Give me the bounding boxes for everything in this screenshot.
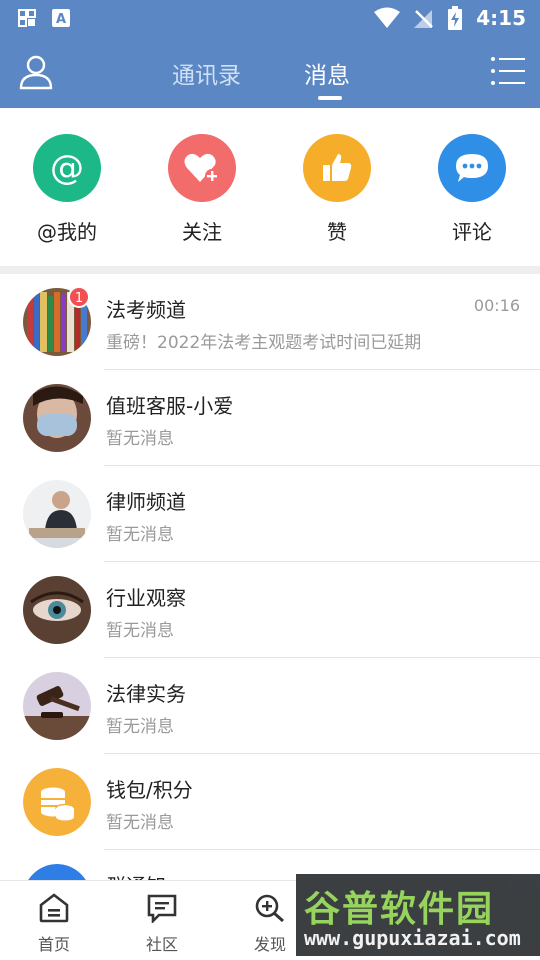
status-bar: A 4:15 bbox=[0, 0, 540, 36]
nav-home[interactable]: 首页 bbox=[14, 893, 94, 955]
coins-icon bbox=[23, 768, 91, 836]
quick-action-comments[interactable]: 评论 bbox=[417, 134, 527, 245]
quick-action-mentions[interactable]: @ @我的 bbox=[12, 134, 122, 245]
conversation-list: 1 法考频道 重磅！2022年法考主观题考试时间已延期 00:16 值班客服-小… bbox=[0, 274, 540, 880]
quick-action-label: @我的 bbox=[37, 220, 97, 244]
conversation-title: 群通知 bbox=[106, 870, 166, 880]
conversation-title: 法律实务 bbox=[106, 682, 186, 706]
no-signal-icon bbox=[414, 10, 434, 28]
battery-charging-icon bbox=[448, 6, 463, 30]
watermark: 谷普软件园 www.gupuxiazai.com bbox=[296, 874, 540, 956]
avatar-gavel bbox=[23, 672, 91, 740]
conversation-title: 值班客服-小爱 bbox=[106, 394, 234, 418]
conversation-time: 00:16 bbox=[473, 296, 520, 315]
tab-contacts[interactable]: 通讯录 bbox=[172, 56, 241, 90]
watermark-title: 谷普软件园 bbox=[304, 889, 495, 930]
watermark-url: www.gupuxiazai.com bbox=[304, 926, 521, 950]
conversation-preview: 暂无消息 bbox=[106, 525, 174, 545]
discover-icon bbox=[255, 894, 284, 923]
quick-action-follow[interactable]: 关注 bbox=[147, 134, 257, 245]
quick-action-label: 关注 bbox=[182, 220, 222, 244]
apps-notification-icon bbox=[18, 9, 36, 27]
quick-action-label: 赞 bbox=[327, 220, 347, 244]
svg-text:@: @ bbox=[50, 148, 84, 188]
user-icon bbox=[19, 55, 53, 90]
conversation-row[interactable]: 值班客服-小爱 暂无消息 bbox=[0, 370, 540, 466]
conversation-title: 律师频道 bbox=[106, 490, 186, 514]
conversation-preview: 暂无消息 bbox=[106, 717, 174, 737]
avatar-eye bbox=[23, 576, 91, 644]
tab-messages[interactable]: 消息 bbox=[304, 56, 350, 90]
avatar-lawyer bbox=[23, 480, 91, 548]
conversation-row[interactable]: 行业观察 暂无消息 bbox=[0, 562, 540, 658]
chat-bubble-icon bbox=[438, 134, 506, 202]
conversation-preview: 暂无消息 bbox=[106, 621, 174, 641]
thumbs-up-icon bbox=[303, 134, 371, 202]
quick-action-likes[interactable]: 赞 bbox=[282, 134, 392, 245]
nav-community[interactable]: 社区 bbox=[122, 893, 202, 955]
conversation-row[interactable]: 法律实务 暂无消息 bbox=[0, 658, 540, 754]
conversation-preview: 暂无消息 bbox=[106, 813, 174, 833]
conversation-preview: 重磅！2022年法考主观题考试时间已延期 bbox=[106, 333, 422, 353]
heart-plus-icon bbox=[168, 134, 236, 202]
conversation-title: 行业观察 bbox=[106, 586, 186, 610]
unread-badge: 1 bbox=[68, 286, 90, 308]
community-icon bbox=[147, 894, 177, 925]
status-time: 4:15 bbox=[476, 6, 526, 30]
menu-button[interactable] bbox=[490, 56, 526, 88]
menu-list-icon bbox=[491, 57, 525, 85]
svg-text:A: A bbox=[56, 12, 66, 27]
home-icon bbox=[39, 893, 69, 923]
profile-button[interactable] bbox=[18, 54, 54, 90]
conversation-title: 法考频道 bbox=[106, 298, 186, 322]
conversation-preview: 暂无消息 bbox=[106, 429, 174, 449]
quick-action-label: 评论 bbox=[452, 220, 492, 244]
conversation-row[interactable]: 1 法考频道 重磅！2022年法考主观题考试时间已延期 00:16 bbox=[0, 274, 540, 370]
nav-label: 首页 bbox=[37, 935, 70, 954]
app-header: 通讯录 消息 bbox=[0, 36, 540, 108]
group-notice-icon bbox=[23, 864, 91, 880]
conversation-row[interactable]: 钱包/积分 暂无消息 bbox=[0, 754, 540, 850]
wifi-icon bbox=[374, 7, 401, 28]
app-a-notification-icon: A bbox=[52, 9, 70, 27]
active-tab-indicator bbox=[318, 96, 342, 100]
nav-label: 社区 bbox=[145, 935, 178, 954]
conversation-title: 钱包/积分 bbox=[106, 778, 193, 802]
at-icon: @ bbox=[33, 134, 101, 202]
quick-actions: @ @我的 关注 赞 评论 bbox=[0, 108, 540, 268]
header-tabs: 通讯录 消息 bbox=[150, 36, 390, 108]
conversation-row[interactable]: 律师频道 暂无消息 bbox=[0, 466, 540, 562]
avatar-masked-person bbox=[23, 384, 91, 452]
section-divider bbox=[0, 266, 540, 274]
